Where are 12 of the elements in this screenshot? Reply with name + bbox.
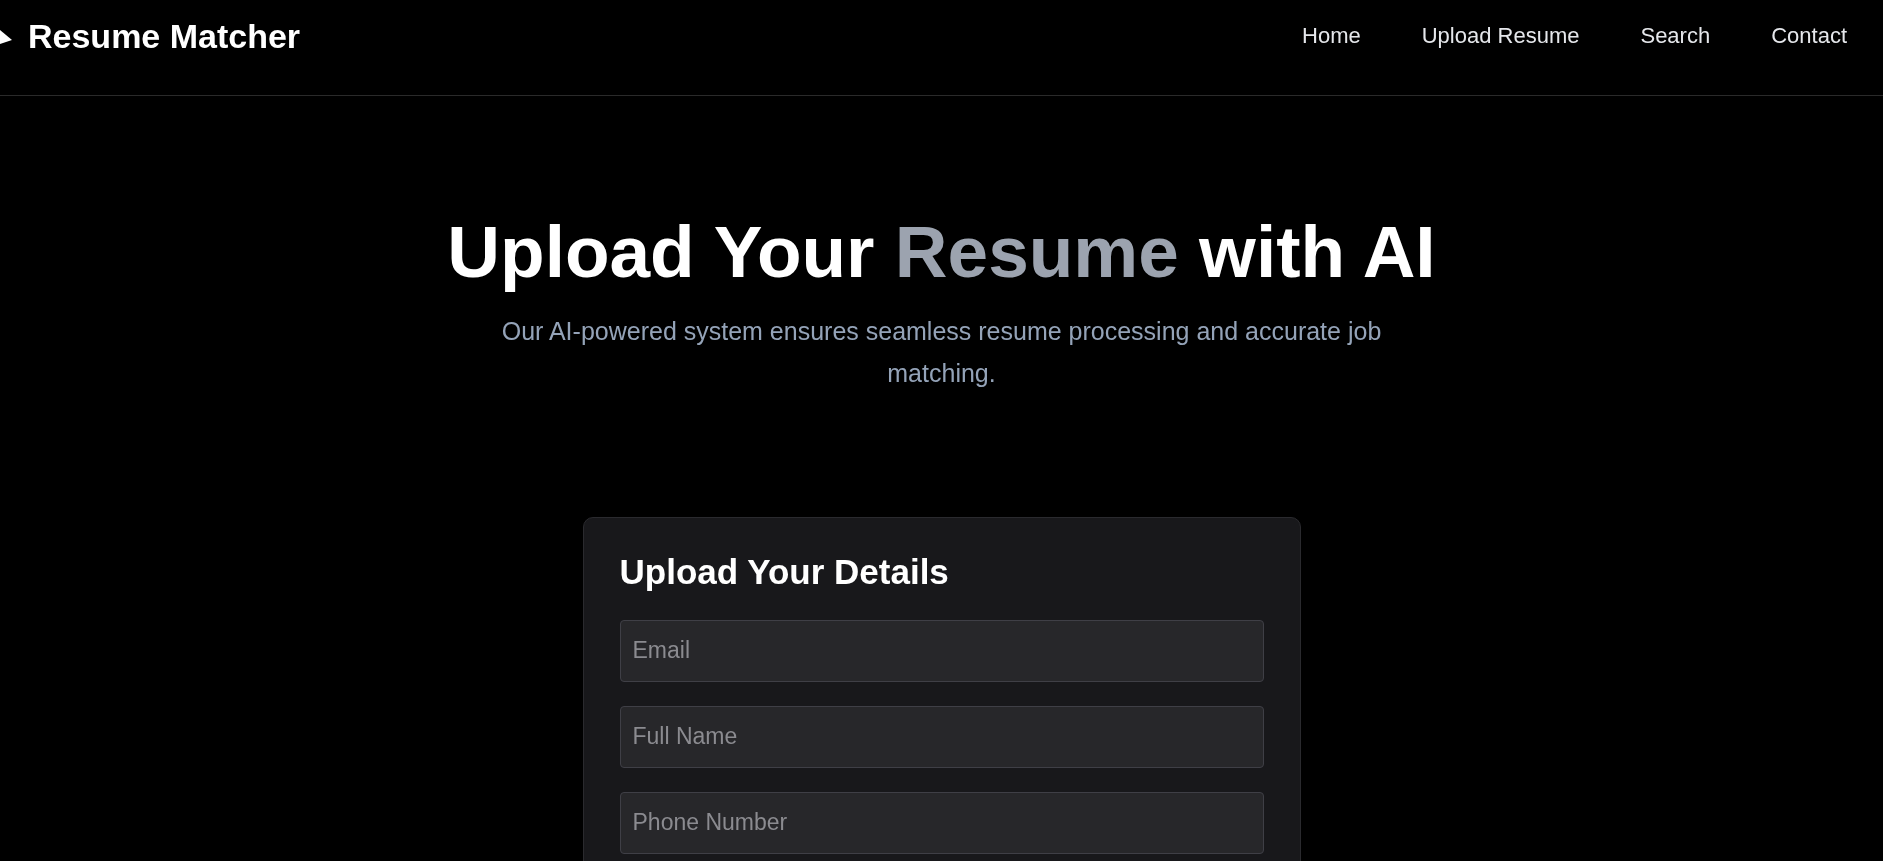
nav-link[interactable]: Home: [1302, 22, 1361, 49]
logo-icon: [0, 29, 12, 44]
input-field[interactable]: Full Name: [619, 705, 1264, 768]
input-field[interactable]: Phone Number: [619, 791, 1264, 854]
nav-link[interactable]: Search: [1640, 22, 1711, 49]
input-field[interactable]: Email: [619, 619, 1264, 682]
brand-name: Resume Matcher: [28, 17, 301, 56]
hero-title: Upload Your Resume with AI: [447, 210, 1436, 294]
nav-link[interactable]: Contact: [1771, 22, 1847, 49]
form-title: Upload Your Details: [619, 551, 950, 592]
hero-subtitle: Our AI-powered system ensures seamless resume processing and accurate job matching.: [500, 315, 1383, 389]
nav-link[interactable]: Upload Resume: [1421, 22, 1580, 49]
